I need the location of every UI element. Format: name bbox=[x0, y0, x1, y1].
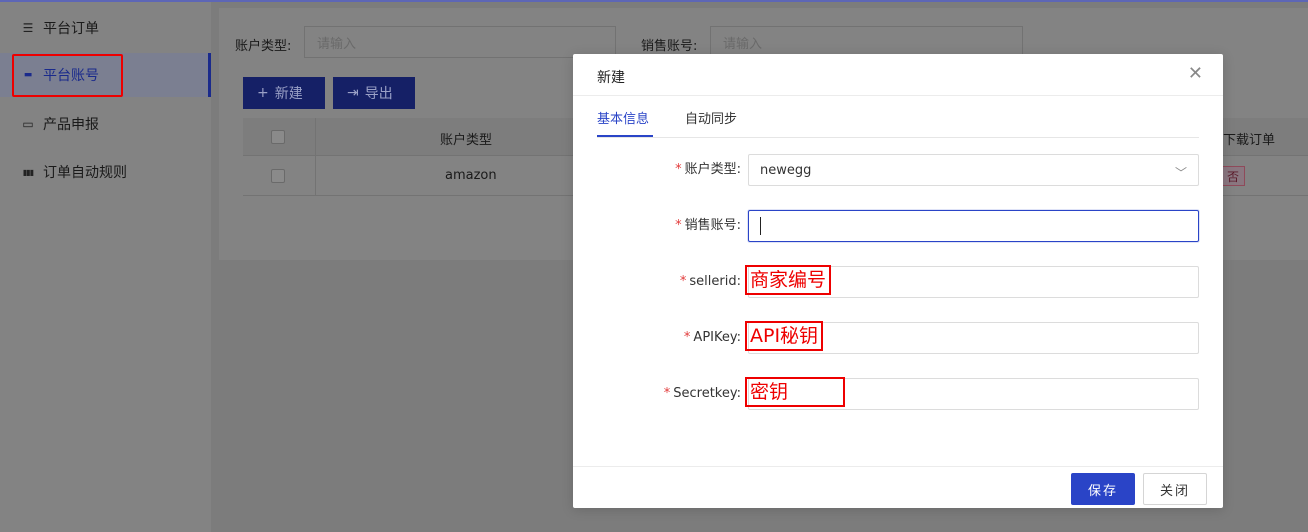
required-mark: * bbox=[675, 218, 682, 233]
row-checkbox[interactable] bbox=[271, 169, 285, 183]
sidebar-item-label: 产品申报 bbox=[43, 117, 99, 133]
sidebar-highlight-annotation bbox=[12, 54, 123, 97]
sidebar-item-platform-orders[interactable]: ☰ 平台订单 bbox=[0, 6, 211, 50]
bar-chart-icon: ▮▮▮ bbox=[22, 167, 34, 177]
secretkey-annotation: 密钥 bbox=[745, 377, 845, 407]
account-type-filter-input[interactable]: 请输入 bbox=[304, 26, 616, 58]
sales-account-input[interactable] bbox=[748, 210, 1199, 242]
save-button[interactable]: 保存 bbox=[1071, 473, 1135, 505]
sidebar-item-order-auto-rules[interactable]: ▮▮▮ 订单自动规则 bbox=[0, 150, 211, 194]
dialog-header: 新建 ✕ bbox=[573, 54, 1223, 96]
cell-account-type: amazon bbox=[445, 168, 497, 183]
sidebar-item-label: 平台订单 bbox=[43, 21, 99, 37]
account-type-filter-label: 账户类型: bbox=[235, 39, 292, 54]
text-cursor bbox=[760, 217, 761, 235]
dialog-footer: 保存 关闭 bbox=[573, 466, 1223, 508]
sales-account-label: * 销售账号: bbox=[675, 218, 741, 233]
form-row-secretkey: * Secretkey: 密钥 bbox=[573, 377, 1223, 410]
new-button[interactable]: + 新建 bbox=[243, 77, 325, 109]
active-tab-underline bbox=[597, 135, 653, 137]
export-button[interactable]: ⇥ 导出 bbox=[333, 77, 415, 109]
placeholder-text: 请输入 bbox=[723, 36, 763, 52]
select-all-checkbox[interactable] bbox=[271, 130, 285, 144]
sellerid-label: * sellerid: bbox=[679, 274, 741, 289]
new-button-label: 新建 bbox=[274, 86, 303, 102]
export-icon: ⇥ bbox=[347, 85, 359, 101]
required-mark: * bbox=[663, 386, 671, 401]
column-divider bbox=[315, 118, 316, 196]
new-account-dialog: 新建 ✕ 基本信息 自动同步 * 账户类型: newegg ﹀ * 销售账号: * s… bbox=[573, 54, 1223, 508]
sidebar-item-product-declaration[interactable]: ▭ 产品申报 bbox=[0, 102, 211, 146]
plus-icon: + bbox=[257, 85, 269, 101]
form-row-account-type: * 账户类型: newegg ﹀ bbox=[573, 154, 1223, 186]
account-type-select[interactable]: newegg ﹀ bbox=[748, 154, 1199, 186]
column-header-account-type: 账户类型 bbox=[440, 133, 493, 148]
account-type-label: * 账户类型: bbox=[675, 162, 741, 177]
form-row-sales-account: * 销售账号: bbox=[573, 210, 1223, 242]
chevron-down-icon: ﹀ bbox=[1174, 166, 1187, 180]
account-type-value: newegg bbox=[760, 162, 812, 178]
column-header-download-orders: 下载订单 bbox=[1223, 133, 1276, 148]
required-mark: * bbox=[683, 330, 691, 345]
sidebar-item-label: 订单自动规则 bbox=[43, 165, 127, 181]
form-row-sellerid: * sellerid: 商家编号 bbox=[573, 265, 1223, 298]
tab-basic-info[interactable]: 基本信息 bbox=[597, 108, 649, 127]
form-row-apikey: * APIKey: API秘钥 bbox=[573, 321, 1223, 354]
secretkey-label: * Secretkey: bbox=[663, 386, 741, 401]
status-badge: 否 bbox=[1221, 166, 1245, 186]
dialog-tabs: 基本信息 自动同步 bbox=[597, 96, 1199, 138]
apikey-label: * APIKey: bbox=[683, 330, 741, 345]
required-mark: * bbox=[679, 274, 687, 289]
dialog-title: 新建 bbox=[597, 70, 625, 86]
menu-icon: ☰ bbox=[22, 21, 34, 35]
tab-auto-sync[interactable]: 自动同步 bbox=[685, 108, 737, 127]
active-indicator bbox=[208, 53, 211, 97]
close-icon[interactable]: ✕ bbox=[1188, 64, 1203, 84]
required-mark: * bbox=[675, 162, 682, 177]
apikey-annotation: API秘钥 bbox=[745, 321, 824, 351]
export-button-label: 导出 bbox=[364, 86, 393, 102]
sellerid-annotation: 商家编号 bbox=[745, 265, 832, 295]
monitor-icon: ▭ bbox=[22, 117, 34, 131]
placeholder-text: 请输入 bbox=[317, 36, 357, 52]
sales-account-filter-label: 销售账号: bbox=[641, 39, 698, 54]
close-button[interactable]: 关闭 bbox=[1143, 473, 1207, 505]
